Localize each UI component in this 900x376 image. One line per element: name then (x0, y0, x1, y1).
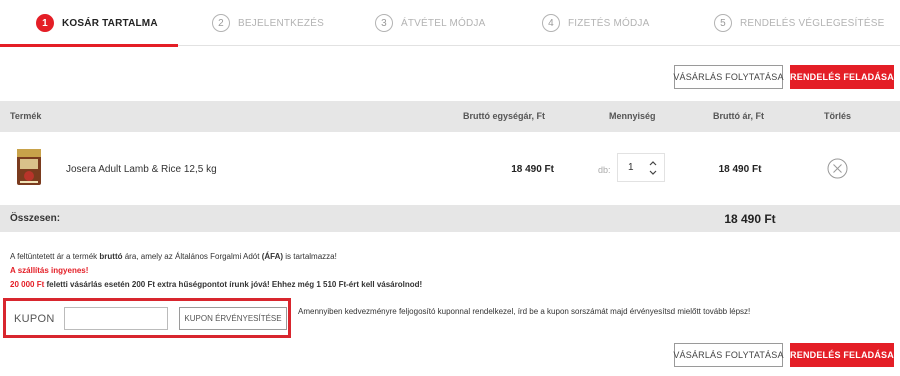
loyalty-threshold: 20 000 Ft (10, 280, 45, 289)
free-shipping-note: A szállítás ingyenes! (10, 266, 89, 275)
loyalty-note-text: feletti vásárlás esetén 200 Ft extra hűs… (46, 280, 423, 289)
step-label: FIZETÉS MÓDJA (568, 17, 650, 29)
step-number: 2 (212, 14, 230, 32)
step-number: 3 (375, 14, 393, 32)
stepper-arrows-icon[interactable] (648, 159, 658, 177)
continue-shopping-button-top[interactable]: VÁSÁRLÁS FOLYTATÁSA (673, 65, 783, 89)
quantity-value: 1 (628, 162, 634, 173)
step-delivery[interactable]: 3 ÁTVÉTEL MÓDJA (375, 0, 485, 46)
col-line-price: Bruttó ár, Ft (713, 111, 764, 121)
place-order-button-bottom[interactable]: RENDELÉS FELADÁSA (790, 343, 894, 367)
active-step-underline (0, 44, 178, 47)
place-order-button-top[interactable]: RENDELÉS FELADÁSA (790, 65, 894, 89)
line-price: 18 490 Ft (718, 164, 762, 175)
loyalty-note: 20 000 Ft feletti vásárlás esetén 200 Ft… (10, 280, 422, 289)
coupon-label: KUPON (14, 313, 55, 325)
step-number: 1 (36, 14, 54, 32)
quantity-prefix: db: (598, 165, 611, 175)
coupon-help-text: Amennyiben kedvezményre feljogosító kupo… (298, 307, 751, 316)
product-image[interactable] (14, 147, 44, 187)
step-number: 4 (542, 14, 560, 32)
vat-note-text: is tartalmazza! (285, 252, 337, 261)
checkout-steps: 1 KOSÁR TARTALMA 2 BEJELENTKEZÉS 3 ÁTVÉT… (0, 0, 900, 47)
unit-price: 18 490 Ft (511, 164, 554, 175)
vat-note-bold: (ÁFA) (261, 252, 284, 261)
step-cart[interactable]: 1 KOSÁR TARTALMA (36, 0, 158, 46)
total-value: 18 490 Ft (724, 212, 776, 226)
step-finalize[interactable]: 5 RENDELÉS VÉGLEGESÍTÉSE (714, 0, 884, 46)
product-name[interactable]: Josera Adult Lamb & Rice 12,5 kg (66, 164, 217, 175)
vat-note-text: A feltüntetett ár a termék (10, 252, 98, 261)
col-delete: Törlés (824, 111, 852, 121)
remove-item-icon[interactable] (827, 158, 848, 179)
continue-shopping-button-bottom[interactable]: VÁSÁRLÁS FOLYTATÁSA (673, 343, 783, 367)
total-row: Összesen: 18 490 Ft (0, 205, 900, 232)
step-payment[interactable]: 4 FIZETÉS MÓDJA (542, 0, 650, 46)
col-unit-price: Bruttó egységár, Ft (463, 111, 546, 121)
vat-note-text: ára, amely az Általános Forgalmi Adót (124, 252, 260, 261)
step-label: BEJELENTKEZÉS (238, 17, 324, 29)
total-label: Összesen: (10, 213, 61, 224)
step-label: KOSÁR TARTALMA (62, 17, 158, 29)
step-label: ÁTVÉTEL MÓDJA (401, 17, 486, 29)
step-number: 5 (714, 14, 732, 32)
vat-note-bold: bruttó (99, 252, 123, 261)
vat-note: A feltüntetett ár a termék bruttó ára, a… (10, 252, 337, 261)
validate-coupon-button[interactable]: KUPON ÉRVÉNYESÍTÉSE (179, 307, 287, 330)
step-login[interactable]: 2 BEJELENTKEZÉS (212, 0, 324, 46)
coupon-input[interactable] (64, 307, 168, 330)
step-label: RENDELÉS VÉGLEGESÍTÉSE (740, 17, 885, 29)
coupon-section: KUPON KUPON ÉRVÉNYESÍTÉSE (3, 298, 291, 338)
col-product: Termék (10, 111, 42, 121)
col-quantity: Mennyiség (609, 111, 656, 121)
cart-table-header: Termék Bruttó egységár, Ft Mennyiség Bru… (0, 101, 900, 132)
quantity-stepper[interactable]: 1 (617, 153, 665, 182)
